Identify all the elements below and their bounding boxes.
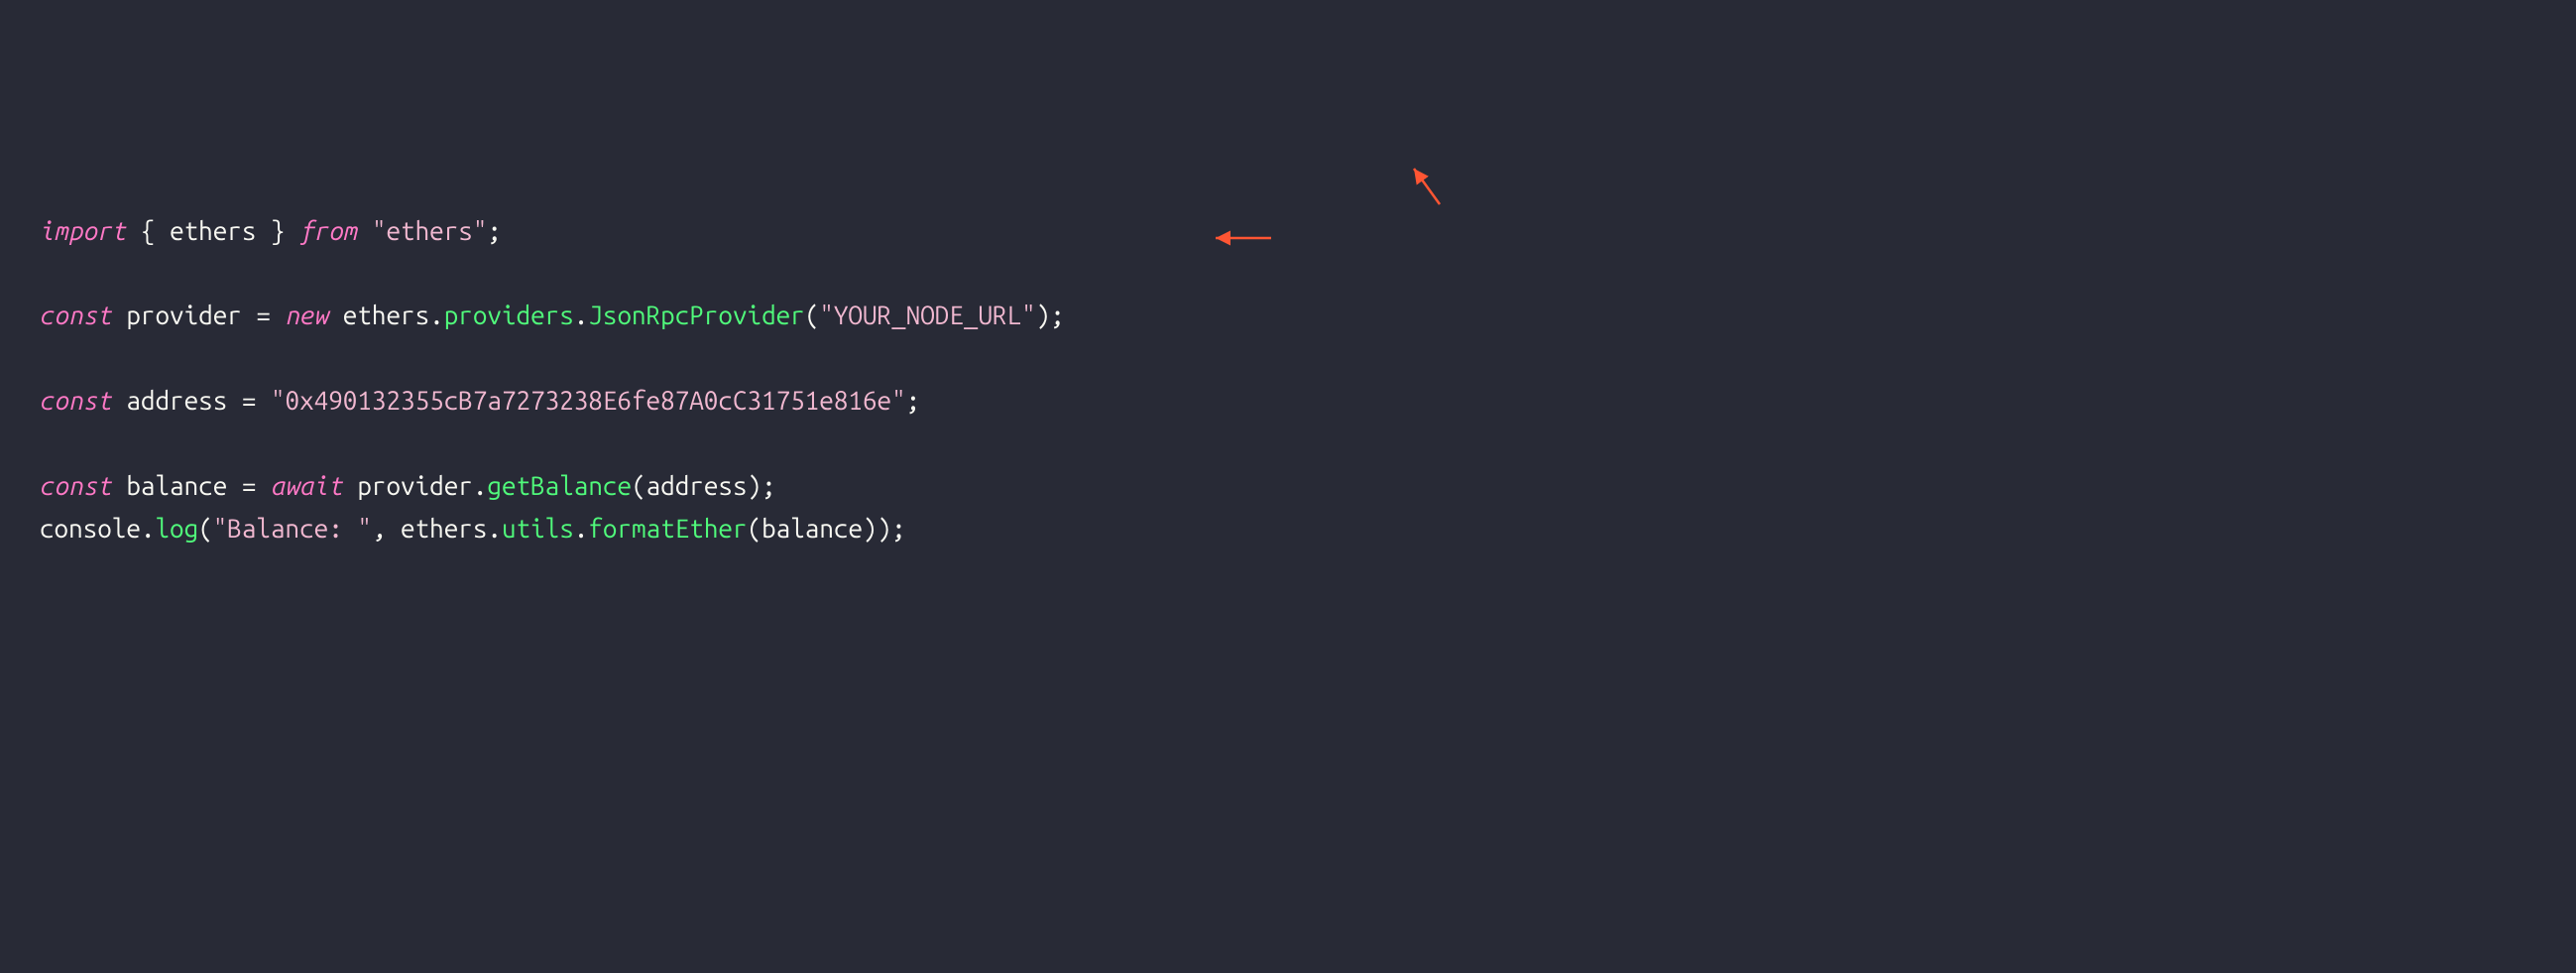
keyword-const: const [40, 301, 112, 329]
paren-close: ) [878, 514, 892, 543]
string-address: "0x490132355cB7a7273238E6fe87A0cC31751e8… [271, 386, 906, 415]
ident-ethers: ethers [170, 216, 256, 245]
paren-open: ( [198, 514, 213, 543]
dot: . [141, 514, 156, 543]
fn-formatether: formatEther [588, 514, 747, 543]
dot: . [487, 514, 502, 543]
space [328, 301, 343, 329]
keyword-from: from [299, 216, 357, 245]
code-block: import { ethers } from "ethers"; const p… [40, 210, 2536, 550]
keyword-const: const [40, 471, 112, 500]
semicolon: ; [487, 216, 502, 245]
equals: = [256, 301, 285, 329]
equals: = [242, 386, 271, 415]
semicolon: ; [1050, 301, 1065, 329]
arrow-annotation-icon [1406, 161, 1446, 210]
semicolon: ; [761, 471, 776, 500]
dot: . [574, 514, 589, 543]
ident-console: console [40, 514, 141, 543]
arg-balance: balance [761, 514, 863, 543]
ident-provider: provider [112, 301, 257, 329]
keyword-const: const [40, 386, 112, 415]
ident-address: address [112, 386, 242, 415]
paren-open: ( [632, 471, 646, 500]
semicolon: ; [891, 514, 906, 543]
fn-log: log [155, 514, 198, 543]
paren-close: ) [863, 514, 878, 543]
ident-ethers-obj: ethers [401, 514, 487, 543]
prop-providers: providers [444, 301, 574, 329]
fn-jsonrpcprovider: JsonRpcProvider [588, 301, 804, 329]
arg-address: address [646, 471, 748, 500]
string-nodeurl: "YOUR_NODE_URL" [819, 301, 1035, 329]
paren-open: ( [805, 301, 820, 329]
ident-ethers-obj: ethers [343, 301, 429, 329]
dot: . [429, 301, 444, 329]
dot: . [574, 301, 589, 329]
semicolon: ; [906, 386, 921, 415]
ident-balance: balance [112, 471, 242, 500]
equals: = [242, 471, 271, 500]
keyword-new: new [286, 301, 329, 329]
brace-close: } [256, 216, 299, 245]
keyword-await: await [271, 471, 343, 500]
dot: . [473, 471, 488, 500]
brace-open: { [126, 216, 170, 245]
paren-open: ( [748, 514, 762, 543]
paren-close: ) [748, 471, 762, 500]
prop-utils: utils [502, 514, 574, 543]
paren-close: ) [1036, 301, 1051, 329]
fn-getbalance: getBalance [487, 471, 632, 500]
string-ethers: "ethers" [372, 216, 487, 245]
comma: , [372, 514, 401, 543]
ident-providercall: provider [343, 471, 473, 500]
keyword-import: import [40, 216, 126, 245]
string-balance-label: "Balance: " [213, 514, 372, 543]
